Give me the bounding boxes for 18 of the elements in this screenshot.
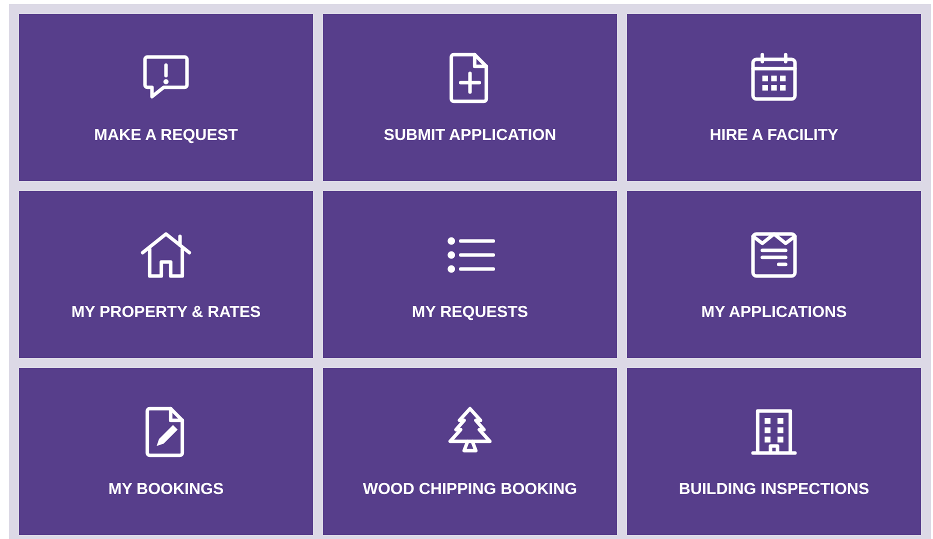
- service-tile[interactable]: MY APPLICATIONS: [627, 191, 921, 358]
- service-tile[interactable]: MY REQUESTS: [323, 191, 617, 358]
- tile-label: MY PROPERTY & RATES: [71, 303, 261, 323]
- tile-label: BUILDING INSPECTIONS: [678, 480, 870, 500]
- service-tile[interactable]: MAKE A REQUEST: [19, 14, 313, 181]
- service-tile[interactable]: MY PROPERTY & RATES: [19, 191, 313, 358]
- tile-label: MY BOOKINGS: [108, 480, 224, 500]
- service-tile[interactable]: BUILDING INSPECTIONS: [627, 368, 921, 535]
- service-tile[interactable]: SUBMIT APPLICATION: [323, 14, 617, 181]
- service-tile[interactable]: WOOD CHIPPING BOOKING: [323, 368, 617, 535]
- service-tile[interactable]: HIRE A FACILITY: [627, 14, 921, 181]
- tile-label: MAKE A REQUEST: [94, 126, 238, 146]
- tile-label: SUBMIT APPLICATION: [384, 126, 556, 146]
- tile-label: HIRE A FACILITY: [710, 126, 838, 146]
- tile-label: MY APPLICATIONS: [701, 303, 847, 323]
- tile-label: WOOD CHIPPING BOOKING: [362, 480, 578, 500]
- service-tile[interactable]: MY BOOKINGS: [19, 368, 313, 535]
- tile-label: MY REQUESTS: [412, 303, 528, 323]
